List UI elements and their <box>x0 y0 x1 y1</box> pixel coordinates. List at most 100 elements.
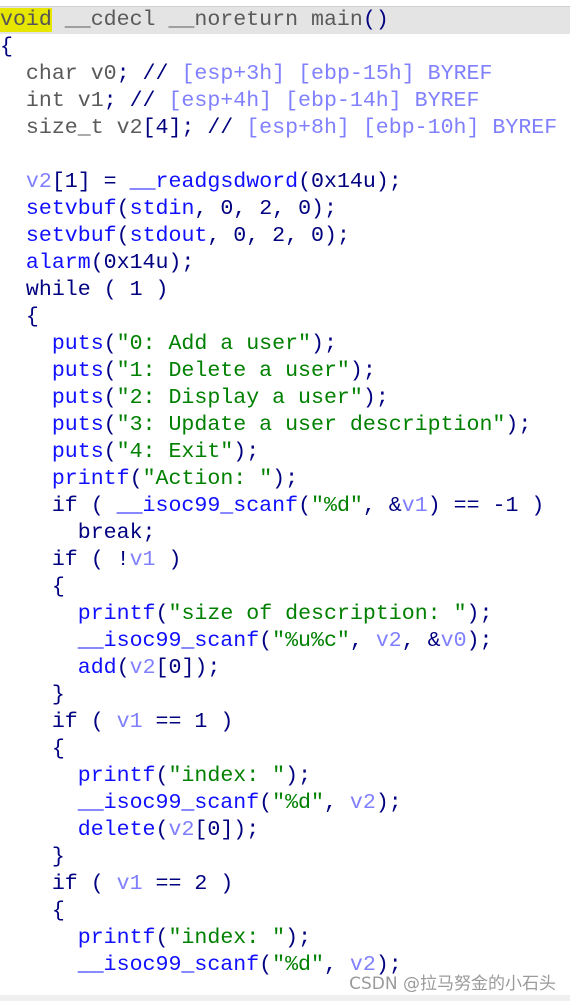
code-punctuation: } <box>0 845 65 869</box>
code-line[interactable]: __isoc99_scanf("%d", v2); <box>0 790 570 817</box>
code-punctuation: ( <box>116 224 130 248</box>
code-punctuation: ); <box>362 386 389 410</box>
code-punctuation: ( <box>259 629 273 653</box>
code-line[interactable]: printf("index: "); <box>0 763 570 790</box>
code-function: add <box>0 656 117 680</box>
code-line[interactable]: puts("4: Exit"); <box>0 439 570 466</box>
code-comment: [esp+8h] [ebp-10h] BYREF <box>233 116 558 140</box>
code-punctuation: () <box>362 8 389 32</box>
code-line[interactable]: { <box>0 574 570 601</box>
bottom-scroll-area[interactable] <box>0 995 570 1001</box>
code-function: __isoc99_scanf <box>0 953 260 977</box>
code-keyword-highlighted: void <box>0 8 52 32</box>
code-function: puts <box>0 440 104 464</box>
code-punctuation: ( <box>103 332 117 356</box>
code-function: puts <box>0 386 104 410</box>
code-punctuation: ; // <box>116 62 169 86</box>
code-line[interactable]: delete(v2[0]); <box>0 817 570 844</box>
code-line[interactable]: if ( v1 == 1 ) <box>0 709 570 736</box>
code-punctuation: ( <box>155 764 169 788</box>
code-comment: [esp+3h] [ebp-15h] BYREF <box>168 62 493 86</box>
code-punctuation: ( <box>103 413 117 437</box>
code-line[interactable]: __isoc99_scanf("%u%c", v2, &v0); <box>0 628 570 655</box>
code-line[interactable] <box>0 142 570 169</box>
watermark: CSDN @拉马努金的小石头 <box>349 974 556 994</box>
code-punctuation: while ( 1 ) <box>0 278 169 302</box>
code-function: setvbuf <box>0 224 117 248</box>
code-string: "%d" <box>311 494 363 518</box>
code-string: "4: Exit" <box>116 440 234 464</box>
code-variable: v2 <box>0 170 52 194</box>
code-function: delete <box>0 818 156 842</box>
code-punctuation: ( <box>259 791 273 815</box>
code-punctuation: ) <box>155 548 182 572</box>
code-line[interactable]: printf("index: "); <box>0 925 570 952</box>
code-line[interactable]: alarm(0x14u); <box>0 250 570 277</box>
code-line[interactable]: if ( v1 == 2 ) <box>0 871 570 898</box>
code-variable: v1 <box>129 548 156 572</box>
code-line[interactable]: { <box>0 34 570 61</box>
code-punctuation: { <box>0 305 39 329</box>
code-string: "size of description: " <box>168 602 467 626</box>
code-line[interactable]: char v0; // [esp+3h] [ebp-15h] BYREF <box>0 61 570 88</box>
code-text: size_t v2 <box>0 116 143 140</box>
code-text: int v1 <box>0 89 104 113</box>
code-line[interactable]: setvbuf(stdin, 0, 2, 0); <box>0 196 570 223</box>
code-line[interactable]: size_t v2[4]; // [esp+8h] [ebp-10h] BYRE… <box>0 115 570 142</box>
code-line[interactable]: if ( !v1 ) <box>0 547 570 574</box>
code-line[interactable]: { <box>0 304 570 331</box>
code-line[interactable]: puts("0: Add a user"); <box>0 331 570 358</box>
code-line[interactable]: puts("2: Display a user"); <box>0 385 570 412</box>
code-line[interactable]: printf("Action: "); <box>0 466 570 493</box>
pseudocode-view[interactable]: void __cdecl __noreturn main(){ char v0;… <box>0 7 570 979</box>
code-variable: v0 <box>440 629 467 653</box>
code-line[interactable]: int v1; // [esp+4h] [ebp-14h] BYREF <box>0 88 570 115</box>
code-line[interactable]: puts("1: Delete a user"); <box>0 358 570 385</box>
code-punctuation: if ( ! <box>0 548 130 572</box>
code-line[interactable]: setvbuf(stdout, 0, 2, 0); <box>0 223 570 250</box>
code-line[interactable]: } <box>0 682 570 709</box>
code-punctuation: ( <box>103 440 117 464</box>
code-variable: v2 <box>349 791 376 815</box>
code-text: __cdecl __noreturn main <box>51 8 363 32</box>
code-punctuation: ( <box>103 386 117 410</box>
code-punctuation: ( <box>103 359 117 383</box>
code-function: puts <box>0 413 104 437</box>
code-function: __isoc99_scanf <box>0 629 260 653</box>
code-punctuation: , <box>323 791 350 815</box>
code-string: "1: Delete a user" <box>116 359 350 383</box>
code-function: __isoc99_scanf <box>0 791 260 815</box>
code-line[interactable]: } <box>0 844 570 871</box>
code-variable: v2 <box>129 656 156 680</box>
code-punctuation: [0]); <box>155 656 221 680</box>
code-line[interactable]: while ( 1 ) <box>0 277 570 304</box>
code-line[interactable]: break; <box>0 520 570 547</box>
code-line[interactable]: add(v2[0]); <box>0 655 570 682</box>
code-line[interactable]: void __cdecl __noreturn main() <box>0 7 570 34</box>
code-line[interactable]: if ( __isoc99_scanf("%d", &v1) == -1 ) <box>0 493 570 520</box>
code-line[interactable]: v2[1] = __readgsdword(0x14u); <box>0 169 570 196</box>
code-string: "Action: " <box>142 467 273 491</box>
code-function: stdin <box>129 197 195 221</box>
code-string: "2: Display a user" <box>116 386 363 410</box>
code-comment: [esp+4h] [ebp-14h] BYREF <box>155 89 480 113</box>
code-function: alarm <box>0 251 91 275</box>
code-punctuation: ( <box>298 494 312 518</box>
code-function: printf <box>0 467 130 491</box>
code-punctuation: ); <box>505 413 532 437</box>
code-punctuation: ); <box>285 926 312 950</box>
code-punctuation: [1] = <box>51 170 130 194</box>
code-line[interactable]: printf("size of description: "); <box>0 601 570 628</box>
code-punctuation: { <box>0 575 65 599</box>
code-punctuation: , & <box>362 494 402 518</box>
code-punctuation: ( <box>129 467 143 491</box>
code-line[interactable]: puts("3: Update a user description"); <box>0 412 570 439</box>
code-punctuation: ); <box>466 629 493 653</box>
code-punctuation: == 1 ) <box>142 710 234 734</box>
code-line[interactable]: { <box>0 736 570 763</box>
code-string: "index: " <box>168 926 286 950</box>
code-line[interactable]: { <box>0 898 570 925</box>
code-punctuation: ); <box>466 602 493 626</box>
code-punctuation: , 0, 2, 0); <box>194 197 337 221</box>
code-punctuation: ); <box>349 359 376 383</box>
